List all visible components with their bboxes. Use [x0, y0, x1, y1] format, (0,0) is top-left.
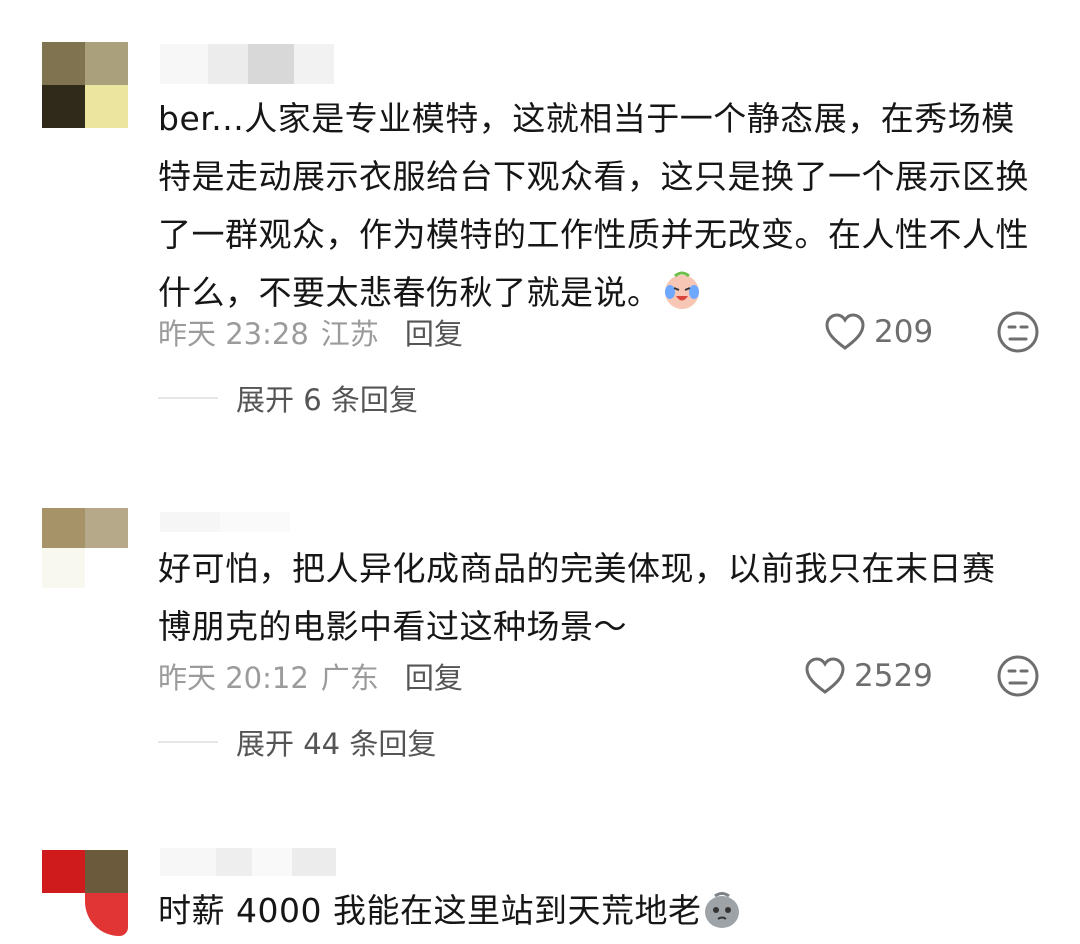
neutral-face-icon[interactable] [996, 310, 1040, 354]
divider-line [158, 741, 218, 743]
heart-outline-icon [805, 657, 845, 694]
comment-text: 好可怕，把人异化成商品的完美体现，以前我只在末日赛博朋克的电影中看过这种场景～ [158, 549, 996, 646]
username-blurred[interactable] [160, 848, 336, 876]
neutral-face-icon[interactable] [996, 654, 1040, 698]
timestamp: 昨天 23:28 [158, 317, 309, 351]
location: 广东 [320, 661, 379, 695]
location: 江苏 [320, 317, 379, 351]
divider-line [158, 397, 218, 399]
reply-button[interactable]: 回复 [405, 655, 463, 697]
username-blurred[interactable] [160, 512, 290, 532]
comment-text: ber...人家是专业模特，这就相当于一个静态展，在秀场模特是走动展示衣服给台下… [158, 99, 1029, 312]
expand-label: 展开 44 条回复 [236, 727, 437, 761]
avatar[interactable] [42, 850, 128, 936]
comment-text: 时薪 4000 我能在这里站到天荒地老 [158, 882, 1038, 940]
expand-label: 展开 6 条回复 [236, 383, 418, 417]
expand-replies-button[interactable]: 展开 44 条回复 [158, 720, 436, 764]
sad-face-emoji [705, 892, 740, 928]
comment-meta: 昨天 20:12 广东 回复 [158, 654, 463, 698]
comment-meta: 昨天 23:28 江苏 回复 [158, 310, 463, 354]
like-count: 209 [874, 314, 934, 350]
like-button[interactable]: 2529 [804, 654, 933, 698]
expand-replies-button[interactable]: 展开 6 条回复 [158, 376, 418, 420]
username-blurred[interactable] [160, 44, 334, 84]
avatar[interactable] [42, 508, 128, 588]
like-count: 2529 [854, 658, 933, 694]
laugh-cry-emoji [664, 271, 699, 309]
heart-outline-icon [825, 313, 865, 350]
timestamp: 昨天 20:12 [158, 661, 309, 695]
reply-button[interactable]: 回复 [405, 311, 463, 353]
like-button[interactable]: 209 [824, 310, 933, 354]
avatar[interactable] [42, 42, 128, 128]
